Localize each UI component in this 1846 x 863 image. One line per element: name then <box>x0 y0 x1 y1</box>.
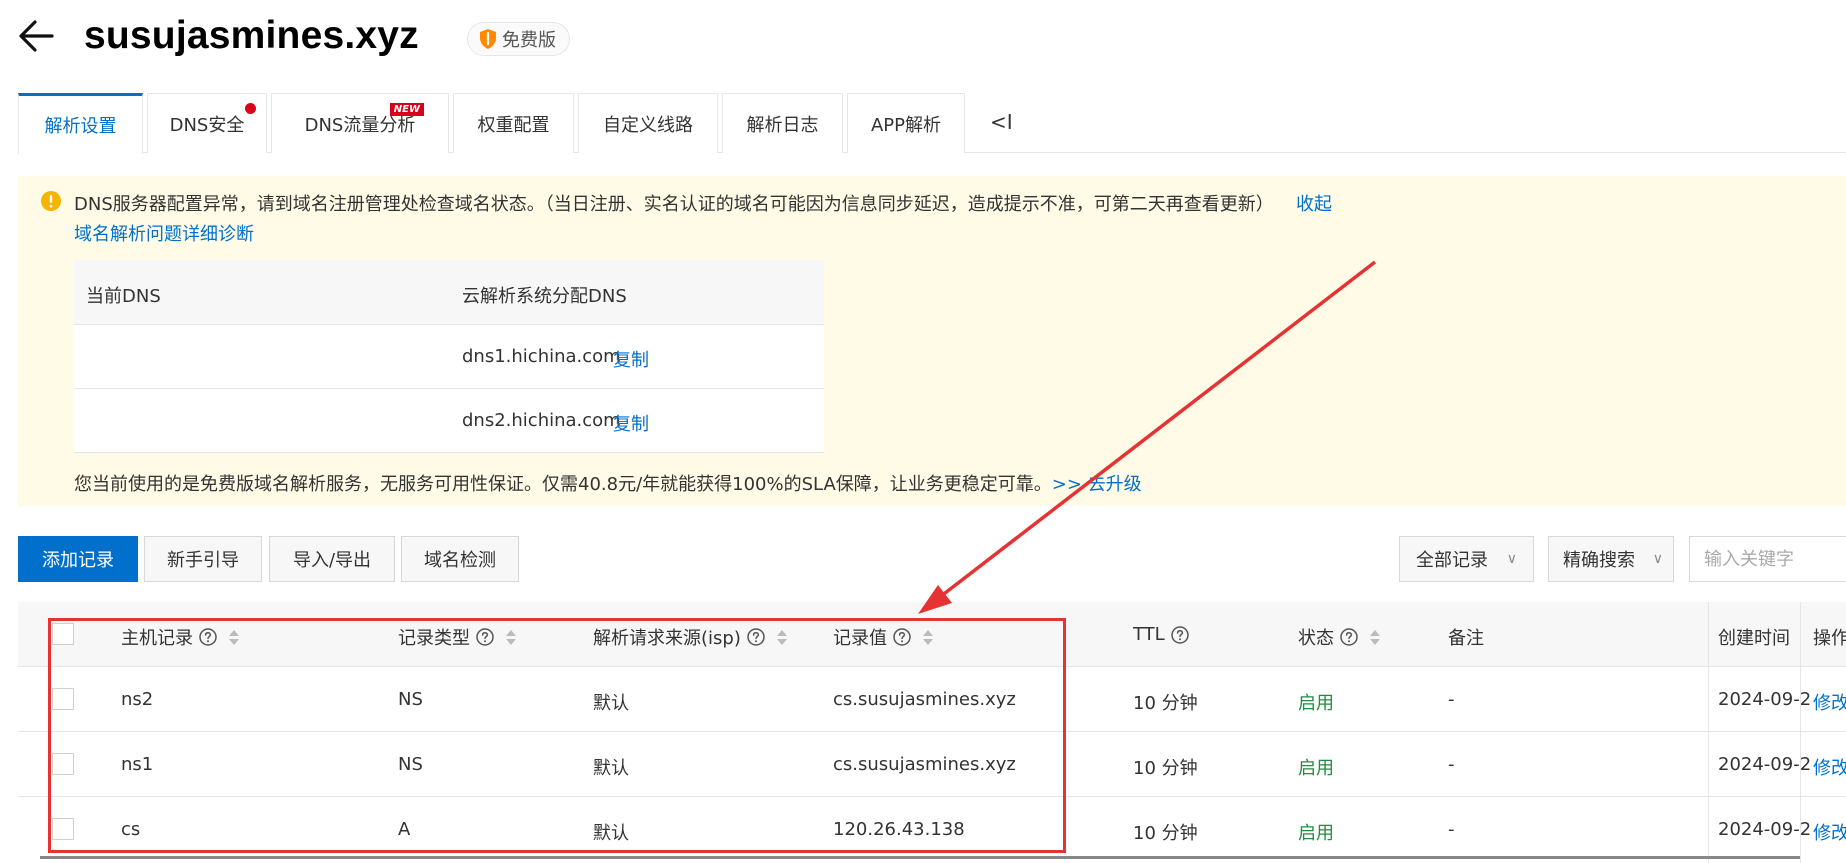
chevron-down-icon: ∨ <box>1506 551 1517 567</box>
help-icon[interactable] <box>1340 628 1358 646</box>
help-icon[interactable] <box>1170 625 1189 644</box>
tab-weight-config[interactable]: 权重配置 <box>453 93 574 153</box>
tab-dns-security[interactable]: DNS安全 <box>147 93 267 153</box>
notice-message: DNS服务器配置异常，请到域名注册管理处检查域名状态。（当日注册、实名认证的域名… <box>74 194 1274 215</box>
cell-ttl: 10 分钟 <box>1133 823 1198 844</box>
edit-record-link[interactable]: 修改 <box>1813 754 1846 780</box>
col-created: 创建时间 <box>1718 628 1790 649</box>
cell-created: 2024-09-2 <box>1718 689 1812 710</box>
cell-status: 启用 <box>1298 758 1334 779</box>
import-export-button[interactable]: 导入/导出 <box>269 536 395 582</box>
warning-icon <box>41 191 61 211</box>
collapse-link[interactable]: 收起 <box>1296 190 1332 216</box>
assigned-dns-2: dns2.hichina.com <box>462 410 621 431</box>
add-record-button[interactable]: 添加记录 <box>18 536 138 582</box>
tab-custom-line[interactable]: 自定义线路 <box>578 93 718 153</box>
cell-remark: - <box>1448 754 1455 775</box>
back-arrow-icon[interactable] <box>18 18 54 54</box>
dns-row-divider <box>74 452 824 453</box>
col-current-dns: 当前DNS <box>86 286 161 307</box>
guide-button[interactable]: 新手引导 <box>144 536 262 582</box>
edit-record-link[interactable]: 修改 <box>1813 689 1846 715</box>
domain-title: susujasmines.xyz <box>84 14 419 57</box>
shield-icon <box>480 29 496 49</box>
tab-dns-log[interactable]: 解析日志 <box>722 93 843 153</box>
dns-table-header <box>74 260 824 325</box>
new-tag: NEW <box>389 103 424 116</box>
edition-badge-label: 免费版 <box>502 30 556 51</box>
cell-created: 2024-09-2 <box>1718 754 1812 775</box>
record-filter-select[interactable]: 全部记录 ∨ <box>1399 536 1534 582</box>
fixed-column-divider <box>1708 602 1709 863</box>
col-status: 状态 <box>1298 624 1380 650</box>
horizontal-scrollbar[interactable] <box>40 856 1800 859</box>
edit-record-link[interactable]: 修改 <box>1813 819 1846 845</box>
edition-badge: 免费版 <box>467 22 570 56</box>
keyword-search-input[interactable] <box>1689 536 1846 582</box>
upgrade-notice: 您当前使用的是免费版域名解析服务，无服务可用性保证。仅需40.8元/年就能获得1… <box>74 474 1142 495</box>
cell-ttl: 10 分钟 <box>1133 693 1198 714</box>
copy-dns2-link[interactable]: 复制 <box>613 410 649 436</box>
annotation-highlight-box <box>48 618 1066 853</box>
diagnose-link[interactable]: 域名解析问题详细诊断 <box>74 220 254 246</box>
cell-created: 2024-09-2 <box>1718 819 1812 840</box>
upgrade-link[interactable]: >> 去升级 <box>1052 474 1142 495</box>
copy-dns1-link[interactable]: 复制 <box>613 346 649 372</box>
col-assigned-dns: 云解析系统分配DNS <box>462 286 627 307</box>
assigned-dns-1: dns1.hichina.com <box>462 346 621 367</box>
cell-remark: - <box>1448 819 1455 840</box>
sort-icon[interactable] <box>1370 629 1380 645</box>
col-remark: 备注 <box>1448 628 1484 649</box>
cell-status: 启用 <box>1298 823 1334 844</box>
chevron-down-icon: ∨ <box>1652 551 1663 567</box>
alert-dot <box>245 103 256 114</box>
cell-status: 启用 <box>1298 693 1334 714</box>
tab-dns-traffic[interactable]: DNS流量分析 NEW <box>271 93 449 153</box>
domain-check-button[interactable]: 域名检测 <box>401 536 519 582</box>
col-actions: 操作 <box>1813 628 1846 649</box>
tabs-collapse-button[interactable]: <I <box>990 110 1013 134</box>
search-mode-select[interactable]: 精确搜索 ∨ <box>1548 536 1674 582</box>
tab-dns-settings[interactable]: 解析设置 <box>18 93 143 154</box>
dns-row-divider <box>74 388 824 389</box>
tab-app-dns[interactable]: APP解析 <box>847 93 965 153</box>
cell-remark: - <box>1448 689 1455 710</box>
cell-ttl: 10 分钟 <box>1133 758 1198 779</box>
col-ttl: TTL <box>1133 624 1189 645</box>
